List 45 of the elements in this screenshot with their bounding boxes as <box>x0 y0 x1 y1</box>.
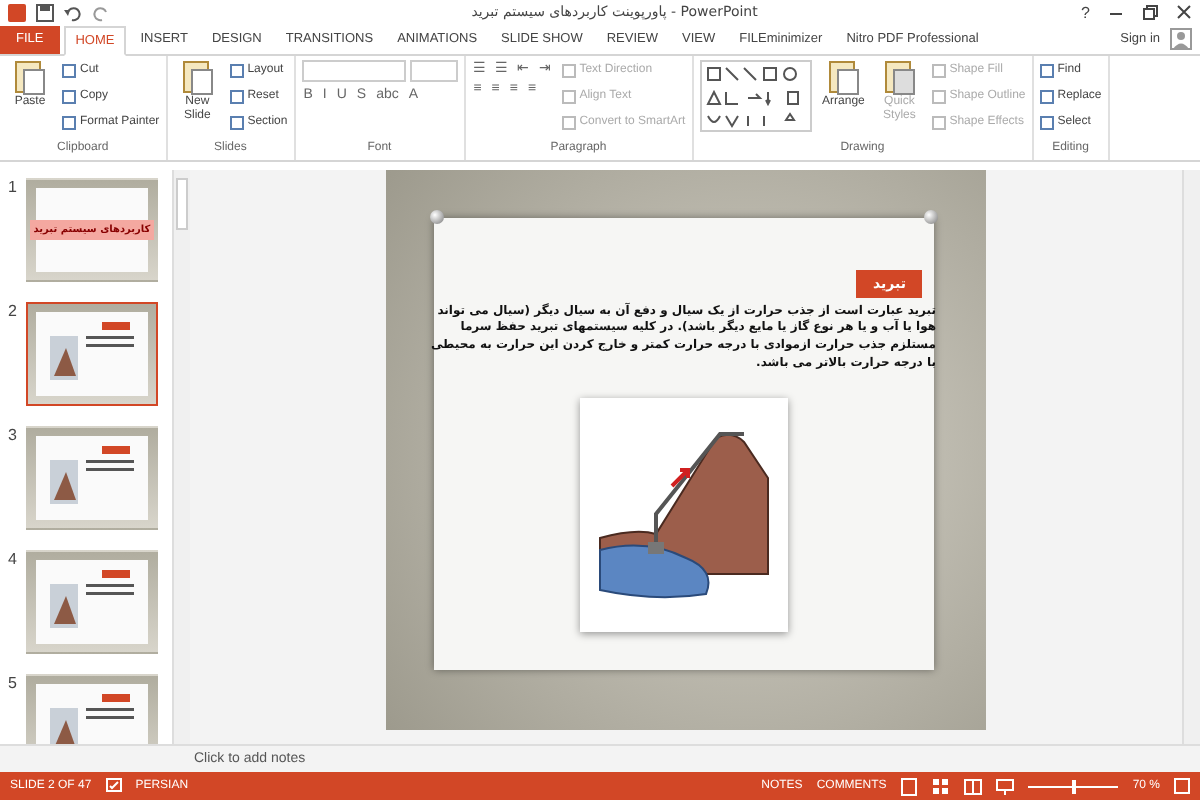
help-button[interactable]: ? <box>1081 3 1090 22</box>
square-icon <box>1039 89 1054 104</box>
slide-number: 3 <box>8 425 19 448</box>
normal-view-icon[interactable] <box>900 777 919 796</box>
square-icon <box>561 89 576 104</box>
slide-thumbnail[interactable] <box>26 425 158 530</box>
square-icon <box>62 63 76 78</box>
user-avatar-icon[interactable] <box>1170 28 1192 51</box>
redo-icon[interactable] <box>92 3 110 22</box>
shapes-gallery[interactable] <box>699 60 812 133</box>
undo-icon[interactable] <box>64 3 82 22</box>
spelling-icon[interactable] <box>105 778 122 795</box>
square-icon <box>1039 115 1054 130</box>
fit-to-window-icon[interactable] <box>1174 778 1190 795</box>
save-icon[interactable] <box>36 3 54 22</box>
pin-icon <box>924 209 938 224</box>
square-icon <box>229 63 244 78</box>
square-icon <box>561 63 576 78</box>
reading-view-icon[interactable] <box>964 777 983 796</box>
square-icon <box>1039 63 1054 78</box>
square-icon <box>931 115 946 130</box>
square-icon <box>62 89 76 104</box>
slideshow-icon[interactable] <box>996 777 1015 796</box>
thumbnail-scrollbar[interactable] <box>172 169 190 744</box>
document-icon <box>883 60 916 97</box>
document-icon <box>181 60 214 97</box>
square-icon <box>931 63 946 78</box>
slide-thumbnail[interactable] <box>26 301 158 406</box>
square-icon <box>229 89 244 104</box>
square-icon <box>561 115 576 130</box>
powerpoint-logo-icon <box>8 3 26 22</box>
slide-number: 1 <box>8 177 19 200</box>
slide-number: 2 <box>8 301 19 324</box>
slide-thumbnail[interactable] <box>26 549 158 654</box>
slide-number: 5 <box>8 673 19 696</box>
slide-number: 4 <box>8 549 19 572</box>
slide-sorter-icon[interactable] <box>932 777 951 796</box>
square-icon <box>62 115 76 130</box>
document-icon <box>827 60 860 97</box>
restore-icon[interactable] <box>1142 4 1158 21</box>
square-icon <box>931 89 946 104</box>
square-icon <box>229 115 244 130</box>
document-icon <box>14 60 46 97</box>
pin-icon <box>430 209 444 224</box>
close-icon[interactable] <box>1176 4 1192 21</box>
